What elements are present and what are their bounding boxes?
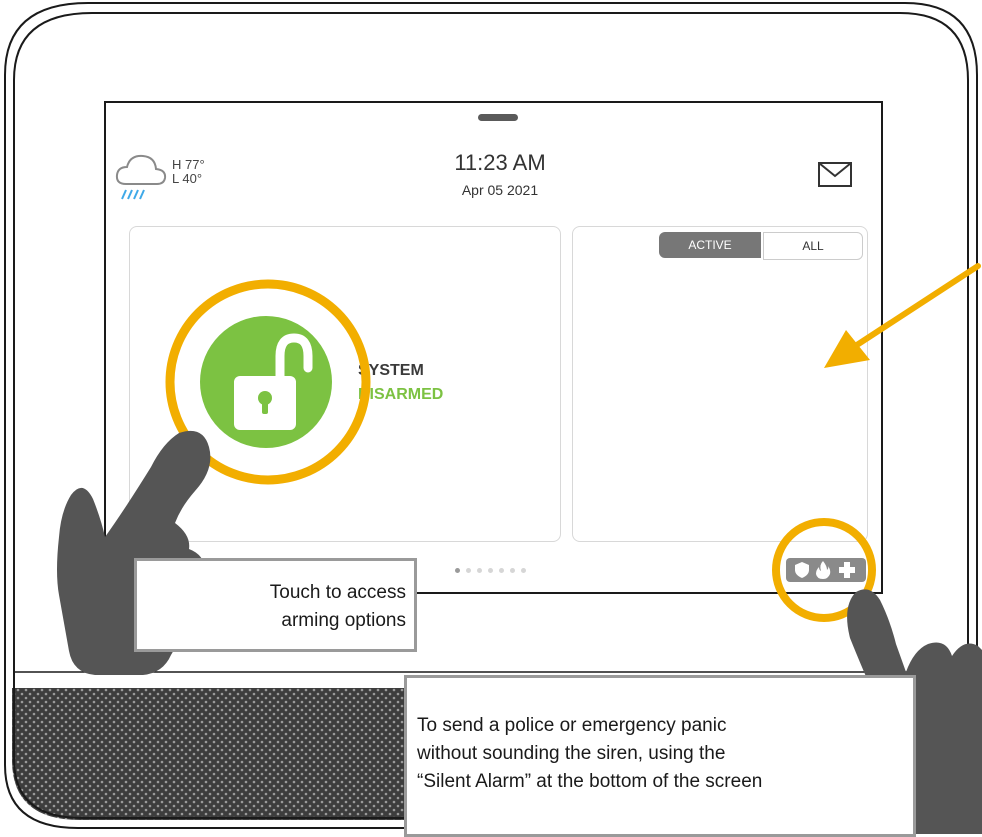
page-dot[interactable] bbox=[521, 568, 526, 573]
page-dot-current[interactable] bbox=[455, 568, 460, 573]
callout-silent-line1: To send a police or emergency panic bbox=[417, 715, 727, 736]
callout-silent-line3: “Silent Alarm” at the bottom of the scre… bbox=[417, 771, 763, 792]
page-indicator bbox=[455, 568, 526, 573]
callout-arming-line2: arming options bbox=[281, 610, 406, 631]
callout-arming-line1: Touch to access bbox=[269, 582, 406, 603]
pointer-arrow-icon bbox=[824, 263, 981, 368]
clock-date: Apr 05 2021 bbox=[461, 182, 539, 198]
clock-time: 11:23 AM bbox=[454, 150, 546, 175]
page-dot[interactable] bbox=[510, 568, 515, 573]
callout-arming: Touch to access arming options bbox=[134, 558, 417, 652]
page-dot[interactable] bbox=[477, 568, 482, 573]
callout-silent-line2: without sounding the siren, using the bbox=[417, 743, 726, 764]
weather-high: H 77° bbox=[172, 157, 205, 172]
page-dot[interactable] bbox=[488, 568, 493, 573]
callout-silent-alarm: To send a police or emergency panic with… bbox=[404, 675, 916, 837]
page-dot[interactable] bbox=[499, 568, 504, 573]
rain-cloud-icon[interactable] bbox=[112, 146, 170, 204]
tab-active[interactable]: ACTIVE bbox=[659, 232, 761, 258]
pull-down-handle[interactable] bbox=[478, 114, 518, 121]
weather-low: L 40° bbox=[172, 171, 203, 186]
page-dot[interactable] bbox=[466, 568, 471, 573]
envelope-icon[interactable] bbox=[818, 162, 852, 188]
